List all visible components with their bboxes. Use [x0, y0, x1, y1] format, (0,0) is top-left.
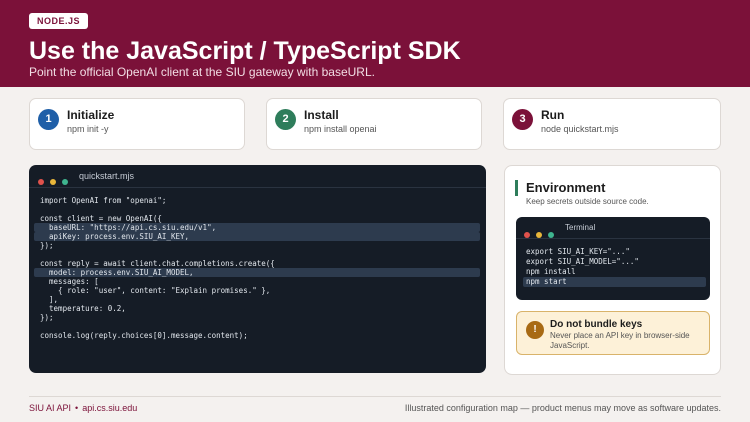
- code-line: temperature: 0.2,: [40, 304, 126, 313]
- footer-separator: •: [75, 403, 79, 413]
- terminal-line: export SIU_AI_MODEL="...": [526, 257, 639, 266]
- code-line: model: process.env.SIU_AI_MODEL,: [34, 268, 480, 277]
- footer-domain-link[interactable]: api.cs.siu.edu: [82, 403, 137, 413]
- footer-brand-name: SIU AI API: [29, 403, 72, 413]
- step-card-initialize: 1 Initialize npm init -y: [29, 98, 245, 150]
- terminal-line: export SIU_AI_KEY="...": [526, 247, 630, 256]
- code-line: messages: [: [40, 277, 99, 286]
- footer-brand: SIU AI API • api.cs.siu.edu: [29, 402, 137, 414]
- terminal-content[interactable]: export SIU_AI_KEY="..." export SIU_AI_MOD…: [523, 247, 706, 287]
- tab-divider: [29, 187, 486, 188]
- code-line: });: [40, 313, 54, 322]
- code-line: const reply = await client.chat.completi…: [40, 259, 275, 268]
- code-line: ],: [40, 295, 59, 304]
- step-title: Run: [541, 108, 565, 122]
- code-line: const client = new OpenAI({: [40, 214, 162, 223]
- page-title: Use the JavaScript / TypeScript SDK: [29, 37, 461, 65]
- maximize-dot-icon[interactable]: [62, 179, 68, 185]
- environment-subtitle: Keep secrets outside source code.: [526, 197, 649, 206]
- footer-divider: [29, 396, 721, 397]
- close-dot-icon[interactable]: [38, 179, 44, 185]
- header-banner: NODE.JS Use the JavaScript / TypeScript …: [0, 0, 750, 87]
- platform-badge: NODE.JS: [29, 13, 89, 29]
- warning-icon: !: [526, 321, 544, 339]
- step-title: Initialize: [67, 108, 115, 122]
- tab-divider: [516, 238, 710, 239]
- code-line: apiKey: process.env.SIU_AI_KEY,: [34, 232, 480, 241]
- page-subtitle: Point the official OpenAI client at the …: [29, 65, 375, 79]
- step-title: Install: [304, 108, 339, 122]
- window-controls: [524, 225, 560, 243]
- warning-callout: ! Do not bundle keys Never place an API …: [516, 311, 710, 355]
- accent-bar: [515, 180, 518, 196]
- step-command: node quickstart.mjs: [541, 124, 619, 134]
- terminal-line: npm start: [523, 277, 706, 287]
- terminal-window: Terminal export SIU_AI_KEY="..." export S…: [516, 217, 710, 300]
- warning-title: Do not bundle keys: [550, 319, 643, 330]
- step-command: npm init -y: [67, 124, 109, 134]
- terminal-title: Terminal: [565, 223, 596, 232]
- code-line: console.log(reply.choices[0].message.con…: [40, 331, 248, 340]
- step-number-badge: 2: [275, 109, 296, 130]
- warning-text: Never place an API key in browser-side J…: [550, 331, 690, 350]
- code-line: { role: "user", content: "Explain promis…: [40, 286, 271, 295]
- step-number-badge: 3: [512, 109, 533, 130]
- terminal-line: npm install: [526, 267, 576, 276]
- step-card-install: 2 Install npm install openai: [266, 98, 482, 150]
- environment-title: Environment: [526, 180, 606, 195]
- code-editor-window: quickstart.mjs import OpenAI from "opena…: [29, 165, 486, 373]
- minimize-dot-icon[interactable]: [50, 179, 56, 185]
- code-filename-tab[interactable]: quickstart.mjs: [79, 171, 134, 181]
- step-number-badge: 1: [38, 109, 59, 130]
- code-content[interactable]: import OpenAI from "openai"; const client…: [34, 196, 480, 340]
- environment-panel: Environment Keep secrets outside source …: [504, 165, 721, 375]
- code-line: });: [40, 241, 54, 250]
- code-line: baseURL: "https://api.cs.siu.edu/v1",: [34, 223, 480, 232]
- step-card-run: 3 Run node quickstart.mjs: [503, 98, 721, 150]
- footer-note: Illustrated configuration map — product …: [404, 403, 721, 413]
- step-command: npm install openai: [304, 124, 377, 134]
- code-line: import OpenAI from "openai";: [40, 196, 167, 205]
